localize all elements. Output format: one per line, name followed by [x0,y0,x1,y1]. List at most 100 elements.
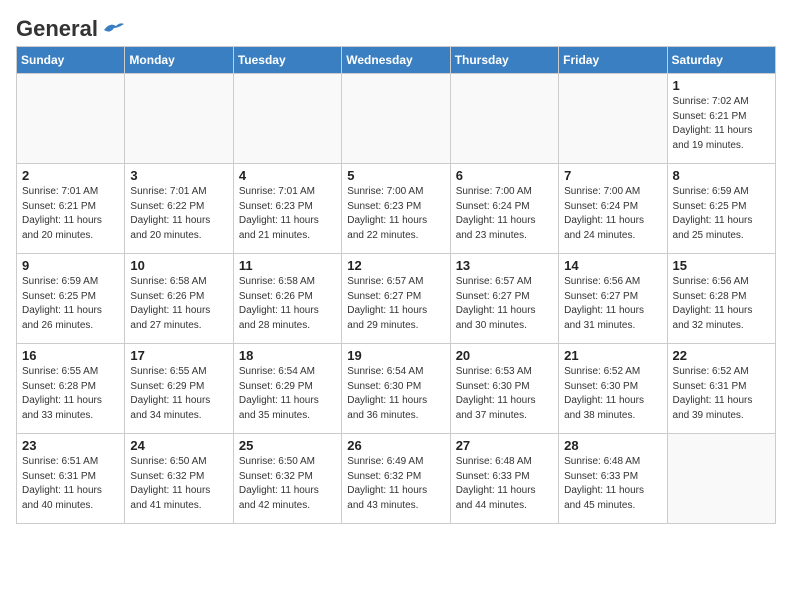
day-number: 3 [130,168,227,183]
day-info: Sunrise: 7:02 AM Sunset: 6:21 PM Dayligh… [673,95,770,153]
calendar-cell: 17 Sunrise: 6:55 AM Sunset: 6:29 PM Dayli… [125,344,233,434]
day-info: Sunrise: 7:01 AM Sunset: 6:22 PM Dayligh… [130,185,227,243]
week-row-2: 2 Sunrise: 7:01 AM Sunset: 6:21 PM Daylig… [17,164,776,254]
day-info: Sunrise: 6:59 AM Sunset: 6:25 PM Dayligh… [673,185,770,243]
day-number: 21 [564,348,661,363]
logo: General [16,16,124,38]
day-info: Sunrise: 6:55 AM Sunset: 6:29 PM Dayligh… [130,365,227,423]
calendar-cell: 5 Sunrise: 7:00 AM Sunset: 6:23 PM Daylig… [342,164,450,254]
day-number: 15 [673,258,770,273]
day-number: 22 [673,348,770,363]
week-row-3: 9 Sunrise: 6:59 AM Sunset: 6:25 PM Daylig… [17,254,776,344]
calendar-cell [667,434,775,524]
calendar-cell: 9 Sunrise: 6:59 AM Sunset: 6:25 PM Daylig… [17,254,125,344]
day-number: 23 [22,438,119,453]
day-number: 24 [130,438,227,453]
calendar-cell: 18 Sunrise: 6:54 AM Sunset: 6:29 PM Dayli… [233,344,341,434]
day-info: Sunrise: 6:50 AM Sunset: 6:32 PM Dayligh… [239,455,336,513]
calendar-cell: 20 Sunrise: 6:53 AM Sunset: 6:30 PM Dayli… [450,344,558,434]
day-number: 7 [564,168,661,183]
calendar-cell: 4 Sunrise: 7:01 AM Sunset: 6:23 PM Daylig… [233,164,341,254]
calendar-cell: 28 Sunrise: 6:48 AM Sunset: 6:33 PM Dayli… [559,434,667,524]
week-row-1: 1 Sunrise: 7:02 AM Sunset: 6:21 PM Daylig… [17,74,776,164]
calendar-cell: 7 Sunrise: 7:00 AM Sunset: 6:24 PM Daylig… [559,164,667,254]
day-info: Sunrise: 7:00 AM Sunset: 6:23 PM Dayligh… [347,185,444,243]
day-number: 11 [239,258,336,273]
day-info: Sunrise: 6:54 AM Sunset: 6:30 PM Dayligh… [347,365,444,423]
calendar-cell: 11 Sunrise: 6:58 AM Sunset: 6:26 PM Dayli… [233,254,341,344]
day-number: 20 [456,348,553,363]
day-info: Sunrise: 6:53 AM Sunset: 6:30 PM Dayligh… [456,365,553,423]
calendar-cell: 22 Sunrise: 6:52 AM Sunset: 6:31 PM Dayli… [667,344,775,434]
calendar-cell: 8Sunrise: 6:59 AM Sunset: 6:25 PM Daylig… [667,164,775,254]
calendar-header-row: SundayMondayTuesdayWednesdayThursdayFrid… [17,47,776,74]
day-number: 17 [130,348,227,363]
calendar-cell: 10Sunrise: 6:58 AM Sunset: 6:26 PM Dayli… [125,254,233,344]
day-info: Sunrise: 6:58 AM Sunset: 6:26 PM Dayligh… [239,275,336,333]
day-info: Sunrise: 6:52 AM Sunset: 6:30 PM Dayligh… [564,365,661,423]
day-number: 14 [564,258,661,273]
calendar-cell: 23 Sunrise: 6:51 AM Sunset: 6:31 PM Dayli… [17,434,125,524]
day-number: 12 [347,258,444,273]
calendar-cell: 25 Sunrise: 6:50 AM Sunset: 6:32 PM Dayli… [233,434,341,524]
day-info: Sunrise: 6:49 AM Sunset: 6:32 PM Dayligh… [347,455,444,513]
calendar-cell [233,74,341,164]
calendar-cell: 3 Sunrise: 7:01 AM Sunset: 6:22 PM Daylig… [125,164,233,254]
day-info: Sunrise: 7:00 AM Sunset: 6:24 PM Dayligh… [456,185,553,243]
calendar-cell: 26 Sunrise: 6:49 AM Sunset: 6:32 PM Dayli… [342,434,450,524]
day-number: 18 [239,348,336,363]
calendar-cell: 12 Sunrise: 6:57 AM Sunset: 6:27 PM Dayli… [342,254,450,344]
day-number: 28 [564,438,661,453]
col-header-sunday: Sunday [17,47,125,74]
page-header: General [16,16,776,38]
day-number: 5 [347,168,444,183]
day-number: 13 [456,258,553,273]
calendar-cell: 1 Sunrise: 7:02 AM Sunset: 6:21 PM Daylig… [667,74,775,164]
day-info: Sunrise: 6:48 AM Sunset: 6:33 PM Dayligh… [564,455,661,513]
day-info: Sunrise: 6:48 AM Sunset: 6:33 PM Dayligh… [456,455,553,513]
col-header-friday: Friday [559,47,667,74]
day-number: 16 [22,348,119,363]
calendar-cell [125,74,233,164]
col-header-wednesday: Wednesday [342,47,450,74]
col-header-thursday: Thursday [450,47,558,74]
calendar-cell [559,74,667,164]
col-header-monday: Monday [125,47,233,74]
calendar-cell: 21 Sunrise: 6:52 AM Sunset: 6:30 PM Dayli… [559,344,667,434]
day-number: 1 [673,78,770,93]
day-number: 27 [456,438,553,453]
calendar-cell: 24 Sunrise: 6:50 AM Sunset: 6:32 PM Dayli… [125,434,233,524]
day-number: 4 [239,168,336,183]
calendar-cell: 27 Sunrise: 6:48 AM Sunset: 6:33 PM Dayli… [450,434,558,524]
calendar-cell [450,74,558,164]
day-info: Sunrise: 6:56 AM Sunset: 6:27 PM Dayligh… [564,275,661,333]
logo-general: General [16,16,98,42]
calendar-cell: 13Sunrise: 6:57 AM Sunset: 6:27 PM Dayli… [450,254,558,344]
col-header-saturday: Saturday [667,47,775,74]
calendar-table: SundayMondayTuesdayWednesdayThursdayFrid… [16,46,776,524]
day-number: 26 [347,438,444,453]
day-info: Sunrise: 7:01 AM Sunset: 6:23 PM Dayligh… [239,185,336,243]
calendar-cell [17,74,125,164]
day-info: Sunrise: 7:00 AM Sunset: 6:24 PM Dayligh… [564,185,661,243]
day-info: Sunrise: 6:55 AM Sunset: 6:28 PM Dayligh… [22,365,119,423]
day-info: Sunrise: 6:52 AM Sunset: 6:31 PM Dayligh… [673,365,770,423]
calendar-cell: 15Sunrise: 6:56 AM Sunset: 6:28 PM Dayli… [667,254,775,344]
calendar-cell: 14 Sunrise: 6:56 AM Sunset: 6:27 PM Dayli… [559,254,667,344]
day-info: Sunrise: 7:01 AM Sunset: 6:21 PM Dayligh… [22,185,119,243]
day-number: 2 [22,168,119,183]
day-info: Sunrise: 6:51 AM Sunset: 6:31 PM Dayligh… [22,455,119,513]
logo-bird-icon [102,20,124,38]
day-info: Sunrise: 6:57 AM Sunset: 6:27 PM Dayligh… [347,275,444,333]
calendar-cell: 16 Sunrise: 6:55 AM Sunset: 6:28 PM Dayli… [17,344,125,434]
week-row-5: 23 Sunrise: 6:51 AM Sunset: 6:31 PM Dayli… [17,434,776,524]
day-info: Sunrise: 6:50 AM Sunset: 6:32 PM Dayligh… [130,455,227,513]
day-info: Sunrise: 6:59 AM Sunset: 6:25 PM Dayligh… [22,275,119,333]
calendar-cell: 19 Sunrise: 6:54 AM Sunset: 6:30 PM Dayli… [342,344,450,434]
day-number: 9 [22,258,119,273]
day-info: Sunrise: 6:54 AM Sunset: 6:29 PM Dayligh… [239,365,336,423]
day-number: 19 [347,348,444,363]
day-number: 6 [456,168,553,183]
day-number: 25 [239,438,336,453]
week-row-4: 16 Sunrise: 6:55 AM Sunset: 6:28 PM Dayli… [17,344,776,434]
